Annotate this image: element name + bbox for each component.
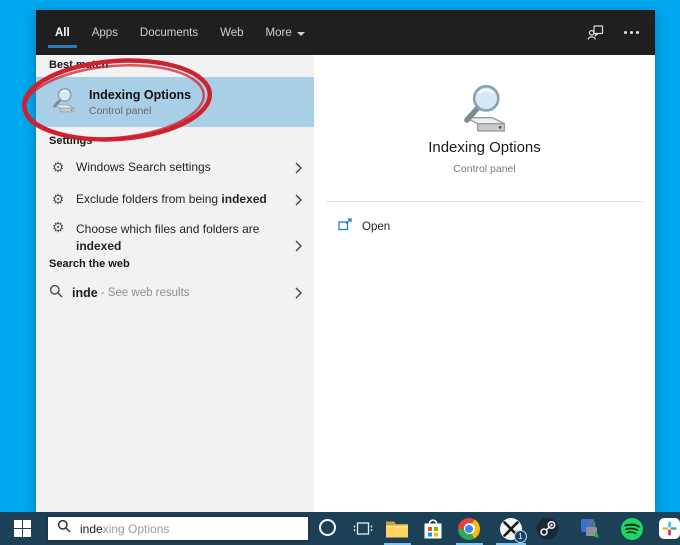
file-explorer-icon[interactable] — [383, 512, 411, 545]
tab-documents[interactable]: Documents — [129, 10, 209, 55]
start-button[interactable] — [0, 512, 44, 545]
microsoft-store-icon[interactable] — [419, 512, 447, 545]
tab-more[interactable]: More — [255, 10, 316, 55]
web-query-text: inde — [72, 286, 98, 300]
tab-apps[interactable]: Apps — [81, 10, 129, 55]
settings-item-label: Exclude folders from being indexed — [76, 191, 295, 208]
preview-divider — [326, 201, 643, 202]
preview-pane: Indexing Options Control panel Open — [314, 55, 655, 512]
preview-title: Indexing Options — [314, 139, 655, 156]
taskbar-search-box[interactable]: inde xing Options — [46, 515, 310, 542]
search-flyout-header: All Apps Documents Web More — [36, 10, 655, 55]
gear-icon: ⚙ — [49, 221, 67, 235]
ellipsis-icon[interactable] — [624, 31, 639, 34]
filter-tabs: All Apps Documents Web More — [44, 10, 316, 55]
best-match-text: Indexing Options Control panel — [89, 88, 191, 117]
indexing-options-icon — [49, 86, 79, 119]
desktop: All Apps Documents Web More — [0, 0, 680, 545]
gear-icon: ⚙ — [49, 161, 67, 175]
gear-icon: ⚙ — [49, 193, 67, 207]
active-tab-underline — [48, 45, 77, 48]
web-search-result[interactable]: inde - See web results — [36, 277, 314, 309]
windows-logo-icon — [14, 520, 31, 537]
tab-all-label: All — [55, 27, 70, 39]
web-suggestion-text: - See web results — [101, 287, 190, 299]
best-match-subtitle: Control panel — [89, 105, 191, 117]
settings-item-exclude-folders[interactable]: ⚙ Exclude folders from being indexed — [36, 184, 314, 216]
chevron-down-icon — [297, 32, 305, 36]
settings-item-label: Windows Search settings — [76, 159, 295, 176]
best-match-section-label: Best match — [49, 59, 108, 71]
chrome-icon[interactable] — [455, 512, 483, 545]
spotify-icon[interactable] — [618, 512, 646, 545]
search-icon — [57, 519, 71, 538]
chevron-right-icon — [295, 162, 304, 174]
slack-icon[interactable] — [655, 512, 680, 545]
best-match-title: Indexing Options — [89, 88, 191, 102]
search-flyout-window: All Apps Documents Web More — [36, 10, 655, 512]
preview-subtitle: Control panel — [314, 163, 655, 175]
tab-all[interactable]: All — [44, 10, 81, 55]
chevron-right-icon — [295, 194, 304, 206]
settings-section-label: Settings — [49, 135, 92, 147]
search-web-section-label: Search the web — [49, 258, 130, 270]
results-pane: Best match Indexing Options — [36, 55, 314, 512]
xbox-icon[interactable]: 1 — [494, 512, 528, 545]
settings-item-label: Choose which files and folders are index… — [76, 221, 268, 256]
task-view-button[interactable] — [349, 512, 377, 545]
open-window-icon — [338, 218, 352, 236]
tab-apps-label: Apps — [92, 27, 118, 39]
chevron-right-icon — [295, 287, 304, 299]
best-match-result[interactable]: Indexing Options Control panel — [36, 77, 314, 127]
xbox-notification-badge: 1 — [514, 530, 527, 543]
search-suggestion-text: xing Options — [103, 522, 170, 536]
open-action[interactable]: Open — [314, 212, 655, 242]
steam-icon[interactable] — [533, 512, 561, 545]
tab-web-label: Web — [220, 27, 243, 39]
tab-more-label: More — [266, 27, 292, 39]
tab-documents-label: Documents — [140, 27, 198, 39]
search-flyout-body: Best match Indexing Options — [36, 55, 655, 512]
header-actions — [587, 10, 639, 55]
tab-web[interactable]: Web — [209, 10, 254, 55]
feedback-icon[interactable] — [587, 24, 604, 41]
search-icon — [49, 284, 63, 303]
open-action-label: Open — [362, 221, 390, 233]
search-typed-text: inde — [80, 522, 103, 536]
settings-item-choose-files-folders[interactable]: ⚙ Choose which files and folders are ind… — [36, 216, 314, 262]
indexing-options-icon-large — [314, 81, 655, 135]
secure-sync-app-icon[interactable] — [577, 512, 605, 545]
settings-item-windows-search-settings[interactable]: ⚙ Windows Search settings — [36, 152, 314, 184]
chevron-right-icon — [295, 240, 304, 252]
taskbar: inde xing Options — [0, 512, 680, 545]
cortana-button[interactable] — [319, 519, 336, 536]
